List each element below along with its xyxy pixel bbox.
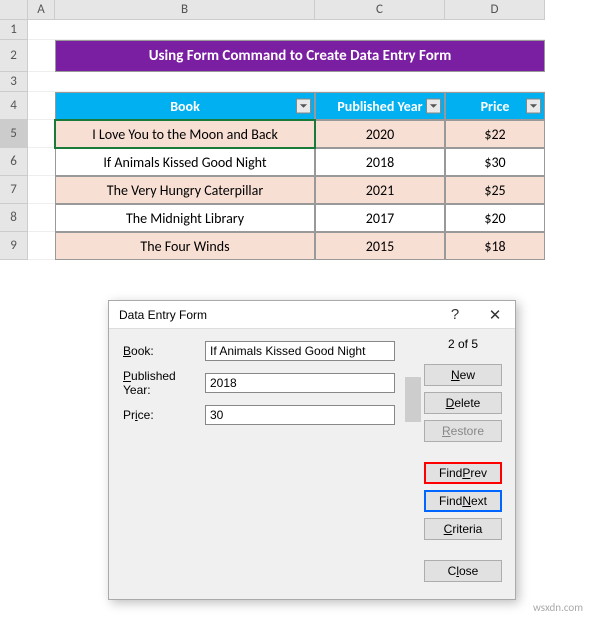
table-cell-book[interactable]: I Love You to the Moon and Back (55, 120, 315, 148)
cell-b3[interactable] (55, 72, 315, 92)
delete-button[interactable]: Delete (424, 392, 502, 414)
header-label: Book (170, 98, 200, 115)
cell-c1[interactable] (315, 20, 445, 40)
price-input[interactable] (205, 405, 395, 425)
dialog-title: Data Entry Form (119, 308, 435, 322)
row-header-8[interactable]: 8 (0, 204, 28, 232)
cell-d3[interactable] (445, 72, 545, 92)
cell-a4[interactable] (28, 92, 55, 120)
table-cell-year[interactable]: 2015 (315, 232, 445, 260)
table-cell-book[interactable]: The Midnight Library (55, 204, 315, 232)
table-cell-book[interactable]: The Very Hungry Caterpillar (55, 176, 315, 204)
cell-a9[interactable] (28, 232, 55, 260)
scrollbar-thumb[interactable] (405, 377, 421, 422)
cell-a6[interactable] (28, 148, 55, 176)
filter-dropdown-icon[interactable] (426, 99, 441, 114)
year-label: Published Year: (123, 369, 205, 397)
row-header-6[interactable]: 6 (0, 148, 28, 176)
data-entry-form-dialog: Data Entry Form ? ✕ Book: Published Year… (108, 300, 516, 600)
close-button[interactable]: Close (424, 560, 502, 582)
table-header-price[interactable]: Price (445, 92, 545, 120)
close-icon[interactable]: ✕ (475, 301, 515, 329)
cell-c3[interactable] (315, 72, 445, 92)
price-label: Price: (123, 408, 205, 422)
row-header-9[interactable]: 9 (0, 232, 28, 260)
book-input[interactable] (205, 341, 395, 361)
table-cell-book[interactable]: The Four Winds (55, 232, 315, 260)
table-header-book[interactable]: Book (55, 92, 315, 120)
table-cell-price[interactable]: $25 (445, 176, 545, 204)
year-input[interactable] (205, 373, 395, 393)
col-header-b[interactable]: B (55, 0, 315, 20)
table-cell-price[interactable]: $18 (445, 232, 545, 260)
col-header-a[interactable]: A (28, 0, 55, 20)
dialog-titlebar[interactable]: Data Entry Form ? ✕ (109, 301, 515, 329)
row-header-4[interactable]: 4 (0, 92, 28, 120)
table-cell-book[interactable]: If Animals Kissed Good Night (55, 148, 315, 176)
row-header-3[interactable]: 3 (0, 72, 28, 92)
record-scrollbar[interactable] (405, 367, 421, 587)
find-next-button[interactable]: Find Next (424, 490, 502, 512)
cell-d1[interactable] (445, 20, 545, 40)
new-button[interactable]: New (424, 364, 502, 386)
cell-a1[interactable] (28, 20, 55, 40)
header-label: Published Year (337, 98, 422, 115)
table-cell-year[interactable]: 2020 (315, 120, 445, 148)
cell-a7[interactable] (28, 176, 55, 204)
restore-button: Restore (424, 420, 502, 442)
table-cell-price[interactable]: $22 (445, 120, 545, 148)
book-label: Book: (123, 344, 205, 358)
help-button[interactable]: ? (435, 301, 475, 329)
table-cell-year[interactable]: 2018 (315, 148, 445, 176)
table-cell-price[interactable]: $30 (445, 148, 545, 176)
header-label: Price (481, 98, 510, 115)
row-header-7[interactable]: 7 (0, 176, 28, 204)
spreadsheet-grid: A B C D 1 2 Using Form Command to Create… (0, 0, 589, 260)
row-header-2[interactable]: 2 (0, 40, 28, 72)
col-header-c[interactable]: C (315, 0, 445, 20)
row-header-5[interactable]: 5 (0, 120, 28, 148)
page-title[interactable]: Using Form Command to Create Data Entry … (55, 40, 545, 72)
cell-a8[interactable] (28, 204, 55, 232)
cell-a5[interactable] (28, 120, 55, 148)
table-cell-year[interactable]: 2021 (315, 176, 445, 204)
criteria-button[interactable]: Criteria (424, 518, 502, 540)
filter-dropdown-icon[interactable] (296, 99, 311, 114)
watermark: wsxdn.com (533, 601, 583, 614)
find-prev-button[interactable]: Find Prev (424, 462, 502, 484)
cell-a3[interactable] (28, 72, 55, 92)
table-header-year[interactable]: Published Year (315, 92, 445, 120)
cell-b1[interactable] (55, 20, 315, 40)
table-cell-year[interactable]: 2017 (315, 204, 445, 232)
col-header-d[interactable]: D (445, 0, 545, 20)
row-header-1[interactable]: 1 (0, 20, 28, 40)
table-cell-price[interactable]: $20 (445, 204, 545, 232)
select-all-corner[interactable] (0, 0, 28, 20)
filter-dropdown-icon[interactable] (526, 99, 541, 114)
cell-a2[interactable] (28, 40, 55, 72)
record-counter: 2 of 5 (421, 337, 505, 351)
